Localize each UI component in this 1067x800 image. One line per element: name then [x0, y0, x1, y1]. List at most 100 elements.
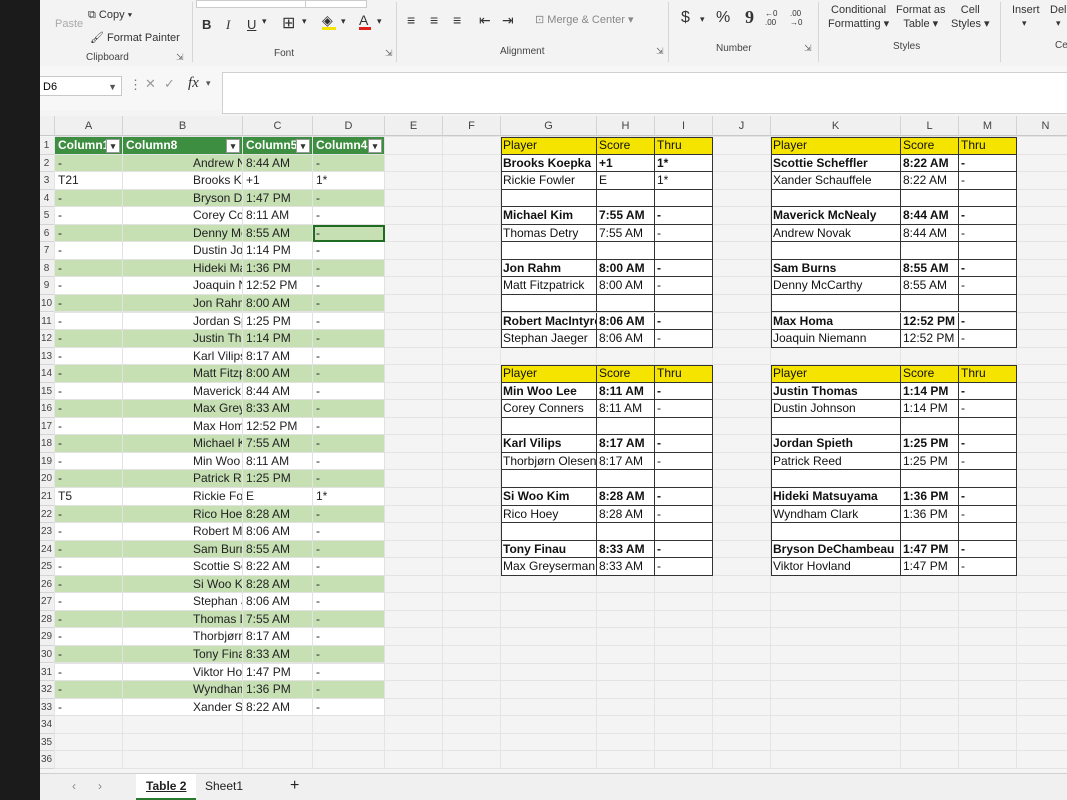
table-cell[interactable]: -	[313, 610, 385, 629]
cell-styles-button[interactable]: Cell Styles ▾	[951, 3, 990, 31]
table-header-cell[interactable]: Column1 ▾	[55, 137, 123, 155]
font-color-icon[interactable]: A	[359, 12, 371, 30]
table-cell[interactable]: Matt Fitzpatrick	[123, 365, 243, 383]
row-header-15[interactable]: 15	[38, 382, 55, 401]
pairing-cell[interactable]: Scottie Scheffler	[771, 154, 901, 173]
pairing-cell[interactable]: Maverick McNealy	[771, 207, 901, 225]
table-cell[interactable]: Sam Burns	[123, 540, 243, 559]
row-header-18[interactable]: 18	[38, 435, 55, 453]
pairing-cell[interactable]: Thomas Detry	[501, 224, 597, 243]
pairing-cell[interactable]: -	[959, 259, 1017, 278]
table-cell[interactable]: -	[313, 189, 385, 208]
row-header-24[interactable]: 24	[38, 540, 55, 559]
table-cell[interactable]: 1:36 PM	[243, 259, 313, 278]
table-cell[interactable]: 1*	[313, 172, 385, 190]
pairing-cell[interactable]: Dustin Johnson	[771, 400, 901, 418]
table-cell[interactable]: -	[55, 505, 123, 524]
table-cell[interactable]: -	[313, 312, 385, 331]
table-cell[interactable]: Dustin Johnson	[123, 242, 243, 260]
pairing-cell[interactable]: -	[959, 540, 1017, 559]
table-cell[interactable]: 8:33 AM	[243, 400, 313, 418]
pairing-cell[interactable]: Min Woo Lee	[501, 382, 597, 401]
increase-decimal-button[interactable]: ←0 .00	[765, 9, 783, 27]
table-cell[interactable]: Stephan Jaeger	[123, 593, 243, 611]
column-header-d[interactable]: D	[313, 116, 385, 136]
paste-button[interactable]: Paste	[55, 18, 83, 30]
table-cell[interactable]: Min Woo Lee	[123, 452, 243, 471]
chevron-down-icon[interactable]: ▾	[1022, 18, 1027, 29]
pairing-spacer-cell[interactable]	[597, 523, 655, 541]
chevron-down-icon[interactable]: ▾	[302, 16, 307, 27]
table-cell[interactable]: -	[313, 470, 385, 488]
table-cell[interactable]: 8:55 AM	[243, 224, 313, 243]
pairing-spacer-cell[interactable]	[655, 417, 713, 436]
table-cell[interactable]: -	[55, 435, 123, 453]
table-cell[interactable]: Joaquin Niemann	[123, 277, 243, 295]
table-cell[interactable]: 8:33 AM	[243, 645, 313, 664]
pairing-cell[interactable]: -	[655, 452, 713, 471]
pairing-cell[interactable]: 8:11 AM	[597, 400, 655, 418]
pairing-cell[interactable]: -	[959, 312, 1017, 331]
pairing-cell[interactable]: -	[655, 540, 713, 559]
table-cell[interactable]: E	[243, 488, 313, 506]
pairing-cell[interactable]: Viktor Hovland	[771, 558, 901, 576]
format-as-table-button[interactable]: Format as Table ▾	[896, 3, 946, 31]
pairing-spacer-cell[interactable]	[771, 242, 901, 260]
pairing-spacer-cell[interactable]	[959, 523, 1017, 541]
pairing-spacer-cell[interactable]	[901, 189, 959, 208]
column-header-n[interactable]: N	[1017, 116, 1067, 136]
row-header-25[interactable]: 25	[38, 558, 55, 576]
table-cell[interactable]: 8:28 AM	[243, 505, 313, 524]
pairing-spacer-cell[interactable]	[501, 523, 597, 541]
row-header-8[interactable]: 8	[38, 259, 55, 278]
table-cell[interactable]: 7:55 AM	[243, 435, 313, 453]
row-header-34[interactable]: 34	[38, 716, 55, 734]
align-right-icon[interactable]: ≡	[453, 12, 461, 28]
table-cell[interactable]: -	[313, 382, 385, 401]
pairing-cell[interactable]: 8:55 AM	[901, 259, 959, 278]
pairing-cell[interactable]: -	[959, 558, 1017, 576]
table-cell[interactable]: -	[313, 452, 385, 471]
table-cell[interactable]: -	[55, 207, 123, 225]
table-cell[interactable]: Thorbjørn Olesen	[123, 628, 243, 646]
pairing-cell[interactable]: Wyndham Clark	[771, 505, 901, 524]
table-cell[interactable]: -	[313, 663, 385, 682]
table-cell[interactable]: Maverick McNealy	[123, 382, 243, 401]
table-cell[interactable]: Hideki Matsuyama	[123, 259, 243, 278]
table-cell[interactable]: 12:52 PM	[243, 417, 313, 436]
delete-button[interactable]: Del	[1050, 4, 1067, 16]
table-cell[interactable]: -	[313, 154, 385, 173]
pairing-cell[interactable]: 8:28 AM	[597, 488, 655, 506]
pairing-cell[interactable]: 7:55 AM	[597, 207, 655, 225]
pairing-spacer-cell[interactable]	[655, 523, 713, 541]
row-header-14[interactable]: 14	[38, 365, 55, 383]
pairing-header-cell[interactable]: Player	[771, 137, 901, 155]
column-header-c[interactable]: C	[243, 116, 313, 136]
row-header-22[interactable]: 22	[38, 505, 55, 524]
pairing-cell[interactable]: Corey Conners	[501, 400, 597, 418]
table-cell[interactable]: -	[55, 189, 123, 208]
pairing-cell[interactable]: Robert MacIntyre	[501, 312, 597, 331]
table-cell[interactable]: 12:52 PM	[243, 277, 313, 295]
pairing-cell[interactable]: Joaquin Niemann	[771, 330, 901, 348]
font-size-box[interactable]	[305, 0, 367, 8]
table-cell[interactable]: -	[55, 312, 123, 331]
pairing-cell[interactable]: -	[959, 172, 1017, 190]
chevron-down-icon[interactable]: ▾	[206, 78, 211, 89]
table-cell[interactable]: -	[55, 575, 123, 594]
bold-button[interactable]: B	[202, 17, 211, 32]
row-header-17[interactable]: 17	[38, 417, 55, 436]
filter-dropdown-icon[interactable]: ▾	[368, 139, 382, 153]
pairing-spacer-cell[interactable]	[901, 470, 959, 488]
pairing-header-cell[interactable]: Thru	[959, 137, 1017, 155]
table-header-cell[interactable]: Column4 ▾	[313, 137, 385, 155]
pairing-cell[interactable]: 1:25 PM	[901, 435, 959, 453]
row-header-3[interactable]: 3	[38, 172, 55, 190]
pairing-spacer-cell[interactable]	[959, 470, 1017, 488]
table-cell[interactable]: -	[55, 330, 123, 348]
pairing-cell[interactable]: -	[959, 505, 1017, 524]
table-cell[interactable]: -	[313, 698, 385, 717]
column-header-g[interactable]: G	[501, 116, 597, 136]
pairing-spacer-cell[interactable]	[501, 294, 597, 313]
pairing-cell[interactable]: -	[959, 488, 1017, 506]
